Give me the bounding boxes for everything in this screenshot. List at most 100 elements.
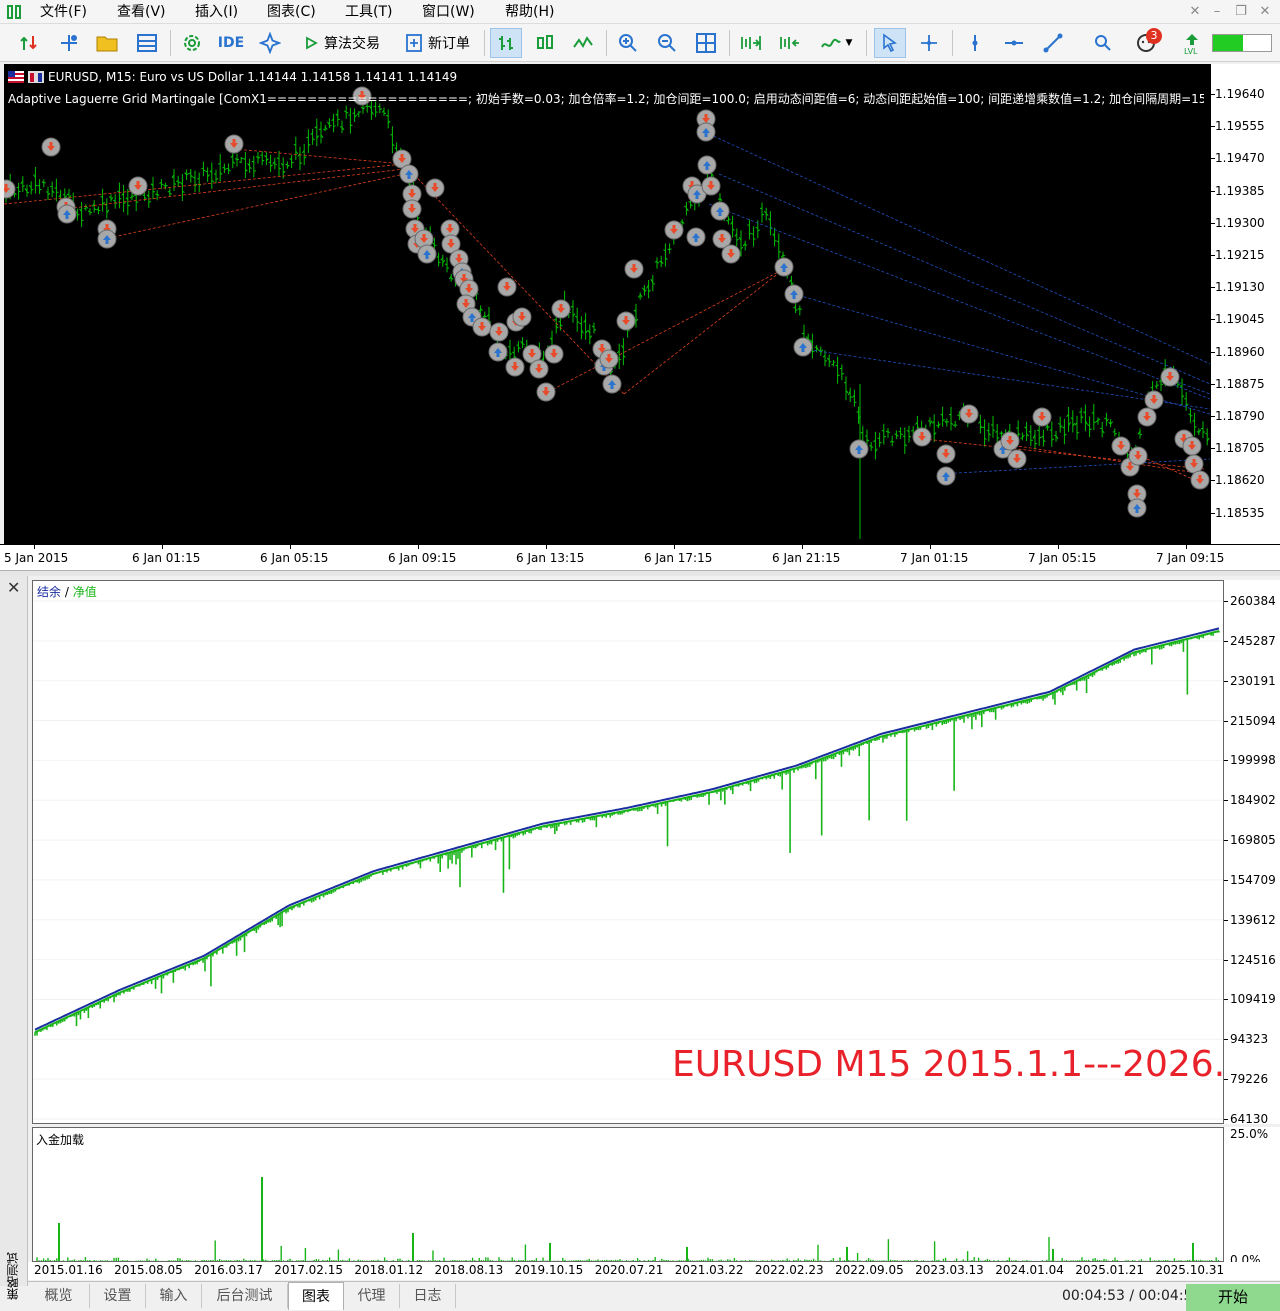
sell-marker-icon[interactable] — [224, 134, 244, 154]
buy-marker-icon[interactable] — [399, 164, 419, 184]
sell-marker-icon[interactable] — [701, 176, 721, 196]
menu-window[interactable]: 窗口(W) — [418, 2, 479, 22]
menu-view[interactable]: 查看(V) — [113, 2, 170, 22]
trendline-icon[interactable] — [1038, 28, 1068, 58]
sell-marker-icon[interactable] — [721, 244, 741, 264]
tab-agents[interactable]: 代理 — [344, 1284, 400, 1308]
menu-tools[interactable]: 工具(T) — [341, 2, 396, 22]
sell-marker-icon[interactable] — [599, 349, 619, 369]
sell-marker-icon[interactable] — [128, 176, 148, 196]
sell-marker-icon[interactable] — [1160, 367, 1180, 387]
algo-trading-button[interactable]: 算法交易 — [292, 28, 392, 58]
line-chart-icon[interactable] — [568, 28, 598, 58]
sell-marker-icon[interactable] — [402, 199, 422, 219]
sell-marker-icon[interactable] — [41, 137, 61, 157]
tile-windows-icon[interactable] — [691, 28, 721, 58]
buy-marker-icon[interactable] — [696, 122, 716, 142]
sell-marker-icon[interactable] — [664, 220, 684, 240]
sell-marker-icon[interactable] — [489, 322, 509, 342]
add-symbol-icon[interactable] — [54, 28, 84, 58]
sell-marker-icon[interactable] — [959, 404, 979, 424]
settings-gear-icon[interactable] — [177, 28, 207, 58]
zoom-in-icon[interactable] — [613, 28, 643, 58]
sell-marker-icon[interactable] — [505, 357, 525, 377]
buy-marker-icon[interactable] — [849, 439, 869, 459]
sell-marker-icon[interactable] — [1128, 446, 1148, 466]
sell-marker-icon[interactable] — [624, 259, 644, 279]
cursor-icon[interactable] — [874, 28, 906, 58]
menu-charts[interactable]: 图表(C) — [263, 2, 320, 22]
start-button[interactable]: 开始 — [1186, 1284, 1280, 1311]
close-tester-icon[interactable]: ✕ — [7, 578, 20, 597]
bar-chart-icon[interactable] — [490, 28, 522, 58]
buy-marker-icon[interactable] — [488, 342, 508, 362]
sell-marker-icon[interactable] — [1007, 449, 1027, 469]
ide-button[interactable]: IDE — [214, 28, 248, 58]
candlestick-icon[interactable] — [530, 28, 560, 58]
notifications-button[interactable]: 3 — [1128, 28, 1164, 58]
sell-marker-icon[interactable] — [1184, 454, 1204, 474]
sell-marker-icon[interactable] — [529, 359, 549, 379]
buy-marker-icon[interactable] — [686, 227, 706, 247]
buy-marker-icon[interactable] — [57, 204, 77, 224]
folder-icon[interactable] — [92, 28, 122, 58]
sparkle-icon[interactable] — [255, 28, 285, 58]
tab-inputs[interactable]: 输入 — [146, 1284, 202, 1308]
buy-marker-icon[interactable] — [710, 201, 730, 221]
new-order-arrows-icon[interactable] — [14, 28, 44, 58]
pin-icon[interactable]: ✕ — [1184, 2, 1206, 22]
sell-marker-icon[interactable] — [1190, 470, 1210, 490]
sell-marker-icon[interactable] — [936, 444, 956, 464]
buy-marker-icon[interactable] — [697, 155, 717, 175]
sell-marker-icon[interactable] — [1000, 431, 1020, 451]
restore-icon[interactable]: ❐ — [1230, 2, 1252, 22]
menu-file[interactable]: 文件(F) — [36, 2, 91, 22]
tab-backtest[interactable]: 后台测试 — [202, 1284, 288, 1308]
buy-marker-icon[interactable] — [602, 374, 622, 394]
minimize-icon[interactable]: – — [1206, 2, 1228, 22]
buy-marker-icon[interactable] — [774, 257, 794, 277]
sell-marker-icon[interactable] — [425, 178, 445, 198]
buy-marker-icon[interactable] — [1127, 498, 1147, 518]
new-order-button[interactable]: 新订单 — [398, 28, 478, 58]
panel-splitter[interactable] — [0, 570, 1280, 576]
sell-marker-icon[interactable] — [912, 427, 932, 447]
buy-marker-icon[interactable] — [417, 244, 437, 264]
buy-marker-icon[interactable] — [936, 466, 956, 486]
tab-settings[interactable]: 设置 — [90, 1284, 146, 1308]
sell-marker-icon[interactable] — [497, 277, 517, 297]
market-watch-icon[interactable] — [132, 28, 162, 58]
search-icon[interactable] — [1088, 28, 1118, 58]
tab-graph[interactable]: 图表 — [288, 1282, 344, 1310]
vertical-line-icon[interactable] — [960, 28, 990, 58]
autoscroll-icon[interactable] — [775, 28, 805, 58]
sell-marker-icon[interactable] — [0, 179, 16, 199]
deposit-load-chart[interactable] — [32, 1127, 1224, 1262]
sell-marker-icon[interactable] — [1032, 407, 1052, 427]
sell-marker-icon[interactable] — [512, 307, 532, 327]
tab-journal[interactable]: 日志 — [400, 1284, 456, 1308]
sell-marker-icon[interactable] — [616, 311, 636, 331]
indicators-dropdown[interactable]: ▼ — [814, 28, 858, 58]
sell-marker-icon[interactable] — [1137, 407, 1157, 427]
chart-shift-icon[interactable] — [736, 28, 766, 58]
sell-marker-icon[interactable] — [472, 317, 492, 337]
level-icon[interactable]: LVL — [1178, 28, 1206, 58]
sell-marker-icon[interactable] — [1111, 436, 1131, 456]
buy-marker-icon[interactable] — [97, 229, 117, 249]
close-icon[interactable]: ✕ — [1254, 2, 1276, 22]
sell-marker-icon[interactable] — [1182, 436, 1202, 456]
menu-insert[interactable]: 插入(I) — [191, 2, 242, 22]
sell-marker-icon[interactable] — [544, 344, 564, 364]
buy-marker-icon[interactable] — [793, 337, 813, 357]
price-chart[interactable] — [0, 64, 1211, 544]
sell-marker-icon[interactable] — [536, 382, 556, 402]
zoom-out-icon[interactable] — [652, 28, 682, 58]
tab-overview[interactable]: 概览 — [28, 1284, 90, 1308]
menu-help[interactable]: 帮助(H) — [501, 2, 558, 22]
crosshair-icon[interactable] — [914, 28, 944, 58]
equity-chart[interactable] — [32, 580, 1224, 1124]
sell-marker-icon[interactable] — [1144, 390, 1164, 410]
horizontal-line-icon[interactable] — [999, 28, 1029, 58]
buy-marker-icon[interactable] — [784, 284, 804, 304]
